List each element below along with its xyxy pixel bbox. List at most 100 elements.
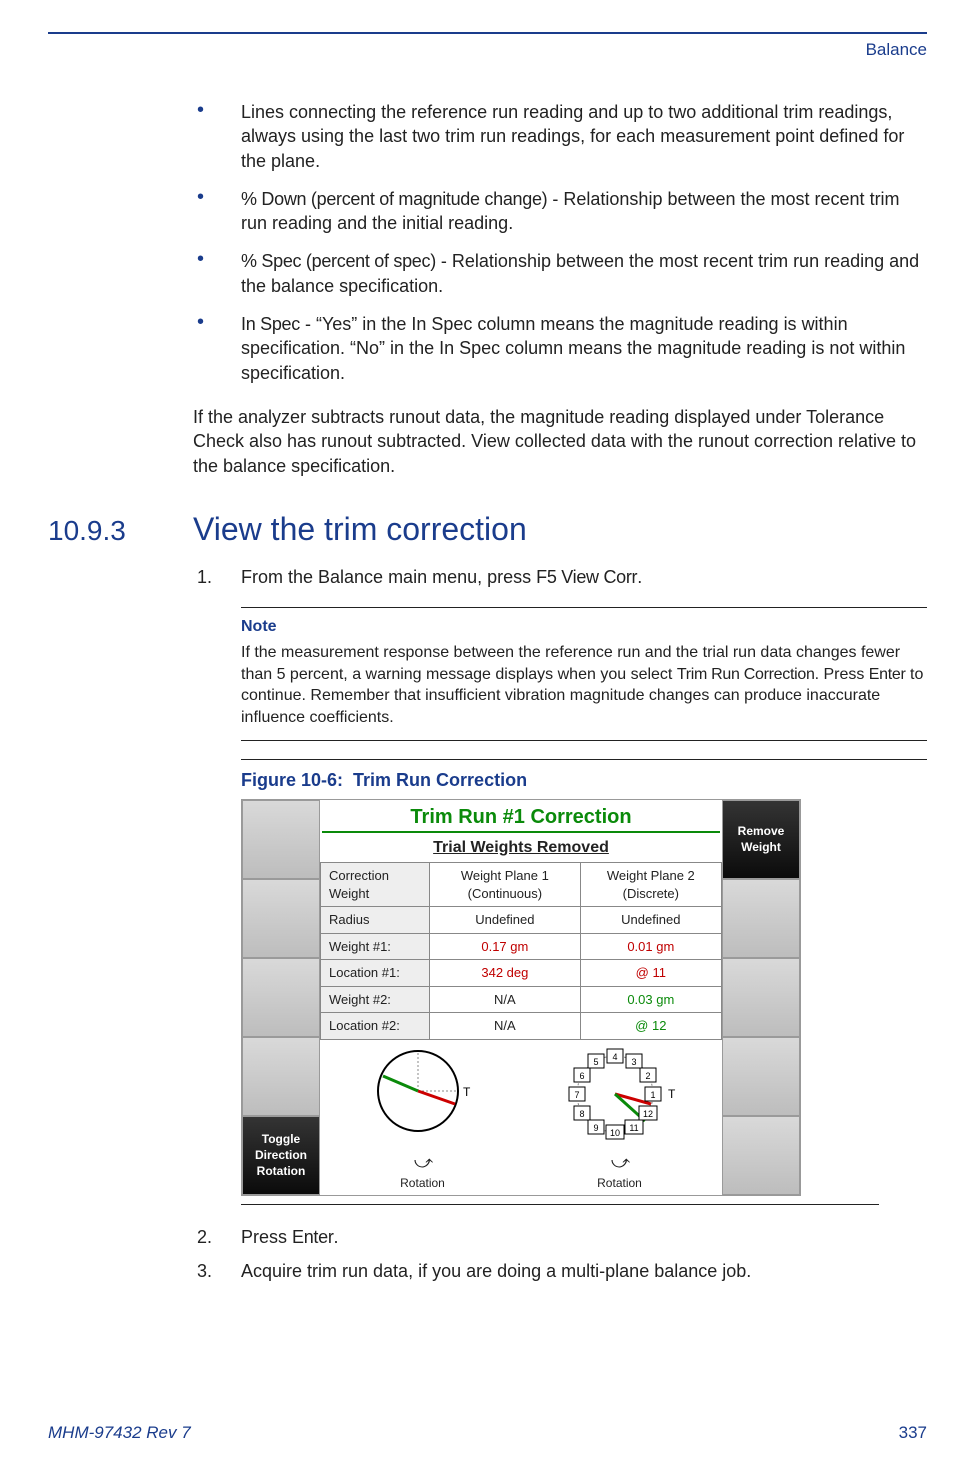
- device-table: Correction Weight Weight Plane 1 (Contin…: [320, 862, 722, 1040]
- main-content: Lines connecting the reference run readi…: [193, 100, 927, 1283]
- device-right-buttons: Remove Weight: [722, 800, 800, 1195]
- device-title: Trim Run #1 Correction: [322, 800, 720, 833]
- device-button[interactable]: [242, 1037, 320, 1116]
- device-subtitle: Trial Weights Removed: [320, 833, 722, 863]
- bullet-text: - “Yes” in the In Spec column means the …: [241, 314, 905, 383]
- table-row: Location #2: N/A @ 12: [321, 1013, 722, 1040]
- table-cell: Weight #1:: [321, 933, 430, 960]
- device-button[interactable]: [722, 958, 800, 1037]
- table-cell: Location #2:: [321, 1013, 430, 1040]
- table-cell: Weight #2:: [321, 986, 430, 1013]
- device-button[interactable]: [722, 1037, 800, 1116]
- table-row: Weight #1: 0.17 gm 0.01 gm: [321, 933, 722, 960]
- rotation-label: Rotation: [348, 1175, 498, 1191]
- discrete-positions-icon: 1 2 3 4 5 6 7 8 9 10: [550, 1046, 690, 1146]
- section-heading: 10.9.3 View the trim correction: [193, 508, 927, 551]
- bullet-list: Lines connecting the reference run readi…: [193, 100, 927, 385]
- step-text: From the Balance main menu, press: [241, 567, 536, 587]
- table-cell: Undefined: [430, 907, 581, 934]
- footer-page-number: 337: [899, 1423, 927, 1443]
- list-item: Lines connecting the reference run readi…: [193, 100, 927, 173]
- svg-text:T: T: [463, 1085, 471, 1099]
- device-button[interactable]: [722, 1116, 800, 1195]
- key-label: Enter: [292, 1227, 334, 1247]
- table-cell: 342 deg: [430, 960, 581, 987]
- footer-doc-id: MHM-97432 Rev 7: [48, 1423, 191, 1443]
- toggle-direction-rotation-button[interactable]: Toggle Direction Rotation: [242, 1116, 320, 1195]
- polar-circle-icon: T: [363, 1046, 483, 1146]
- svg-text:11: 11: [629, 1123, 638, 1133]
- page: Balance Lines connecting the reference r…: [0, 0, 975, 1467]
- table-row: Correction Weight Weight Plane 1 (Contin…: [321, 863, 722, 907]
- svg-text:9: 9: [593, 1123, 598, 1133]
- figure-bottom-rule: [241, 1204, 879, 1205]
- rotation-arrow-icon: ⤻: [348, 1150, 498, 1174]
- page-footer: MHM-97432 Rev 7 337: [48, 1423, 927, 1443]
- rotation-label: Rotation: [545, 1175, 695, 1191]
- device-button[interactable]: [242, 800, 320, 879]
- svg-text:T: T: [668, 1087, 676, 1101]
- figure-block: Figure 10-6: Trim Run Correction Toggle …: [241, 759, 927, 1195]
- step-number: 1.: [197, 565, 212, 589]
- key-label: Enter: [869, 666, 906, 683]
- step-number: 2.: [197, 1225, 212, 1249]
- key-label: Trim Run Correction: [677, 666, 815, 683]
- step-item: 1. From the Balance main menu, press F5 …: [193, 565, 927, 589]
- svg-text:5: 5: [593, 1057, 598, 1067]
- table-row: Radius Undefined Undefined: [321, 907, 722, 934]
- svg-text:8: 8: [579, 1109, 584, 1119]
- diagram-row: T ⤻ Rotation: [320, 1040, 722, 1195]
- step-text: .: [334, 1227, 339, 1247]
- step-item: 3. Acquire trim run data, if you are doi…: [193, 1259, 927, 1283]
- step-item: 2. Press Enter.: [193, 1225, 927, 1249]
- device-button[interactable]: [242, 879, 320, 958]
- rotation-arrow-icon: ⤻: [545, 1150, 695, 1174]
- note-segment: . Press: [815, 666, 869, 683]
- svg-text:4: 4: [612, 1052, 617, 1062]
- continuous-diagram: T ⤻ Rotation: [348, 1046, 498, 1191]
- bullet-lead: % Spec (percent of spec): [241, 251, 436, 271]
- section-title: View the trim correction: [193, 508, 527, 551]
- figure-caption: Figure 10-6: Trim Run Correction: [241, 768, 927, 792]
- section-number: 10.9.3: [48, 512, 193, 550]
- list-item: % Down (percent of magnitude change) - R…: [193, 187, 927, 236]
- table-cell: @ 11: [580, 960, 721, 987]
- discrete-diagram: 1 2 3 4 5 6 7 8 9 10: [545, 1046, 695, 1191]
- figure-caption-title: Trim Run Correction: [353, 770, 527, 790]
- device-left-buttons: Toggle Direction Rotation: [242, 800, 320, 1195]
- table-cell: 0.17 gm: [430, 933, 581, 960]
- table-cell: Undefined: [580, 907, 721, 934]
- note-box: Note If the measurement response between…: [241, 607, 927, 741]
- bullet-text: Lines connecting the reference run readi…: [241, 102, 904, 171]
- step-text: Press: [241, 1227, 292, 1247]
- bullet-lead: In Spec: [241, 314, 300, 334]
- step-text: Acquire trim run data, if you are doing …: [241, 1261, 751, 1281]
- note-text: If the measurement response between the …: [241, 642, 927, 728]
- step-number: 3.: [197, 1259, 212, 1283]
- table-cell: 0.03 gm: [580, 986, 721, 1013]
- list-item: % Spec (percent of spec) - Relationship …: [193, 249, 927, 298]
- table-header: Weight Plane 2 (Discrete): [580, 863, 721, 907]
- remove-weight-button[interactable]: Remove Weight: [722, 800, 800, 879]
- device-button[interactable]: [722, 879, 800, 958]
- svg-text:7: 7: [574, 1090, 579, 1100]
- table-header: Correction Weight: [321, 863, 430, 907]
- table-row: Location #1: 342 deg @ 11: [321, 960, 722, 987]
- device-screenshot: Toggle Direction Rotation Trim Run #1 Co…: [241, 799, 801, 1196]
- table-cell: Location #1:: [321, 960, 430, 987]
- list-item: In Spec - “Yes” in the In Spec column me…: [193, 312, 927, 385]
- table-cell: @ 12: [580, 1013, 721, 1040]
- note-label: Note: [241, 616, 927, 638]
- device-button[interactable]: [242, 958, 320, 1037]
- table-row: Weight #2: N/A 0.03 gm: [321, 986, 722, 1013]
- step-list: 1. From the Balance main menu, press F5 …: [193, 565, 927, 589]
- table-cell: 0.01 gm: [580, 933, 721, 960]
- bullet-lead: % Down (percent of magnitude change): [241, 189, 547, 209]
- table-header: Weight Plane 1 (Continuous): [430, 863, 581, 907]
- top-rule: [48, 32, 927, 34]
- svg-text:2: 2: [645, 1071, 650, 1081]
- svg-text:12: 12: [642, 1109, 652, 1119]
- svg-text:1: 1: [650, 1090, 655, 1100]
- table-cell: Radius: [321, 907, 430, 934]
- table-cell: N/A: [430, 1013, 581, 1040]
